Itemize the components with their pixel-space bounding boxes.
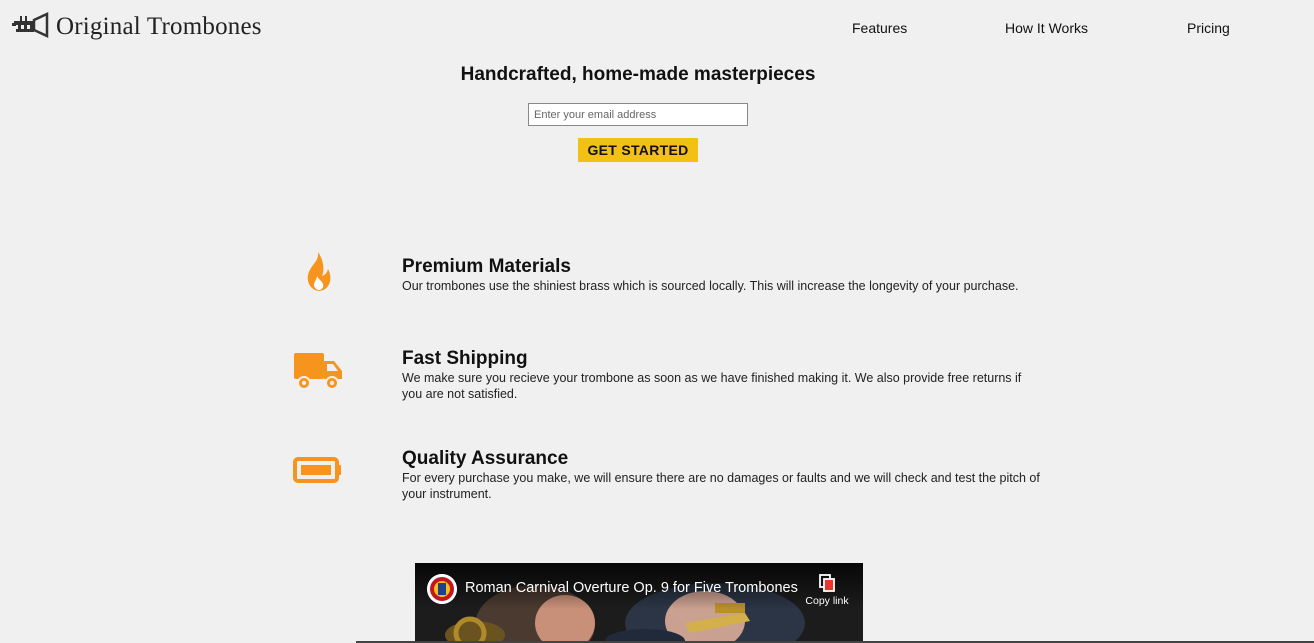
fire-icon xyxy=(292,250,344,294)
copy-link-button[interactable]: Copy link xyxy=(797,573,857,613)
video-player[interactable]: Roman Carnival Overture Op. 9 for Five T… xyxy=(415,563,863,643)
nav-link-pricing[interactable]: Pricing xyxy=(1187,20,1230,36)
truck-icon xyxy=(292,350,344,394)
hero-title: Handcrafted, home-made masterpieces xyxy=(460,64,816,85)
site-header: Original Trombones Features How It Works… xyxy=(0,0,1314,58)
feature-title: Fast Shipping xyxy=(402,348,528,369)
copy-icon xyxy=(817,573,837,593)
feature-description: Our trombones use the shiniest brass whi… xyxy=(402,279,1019,293)
feature-description: We make sure you recieve your trombone a… xyxy=(402,371,1022,401)
channel-avatar[interactable] xyxy=(427,574,457,604)
main-nav: Features How It Works Pricing xyxy=(0,20,1314,40)
battery-full-icon xyxy=(292,450,344,494)
video-title[interactable]: Roman Carnival Overture Op. 9 for Five T… xyxy=(465,580,798,596)
nav-link-how-it-works[interactable]: How It Works xyxy=(1005,20,1088,36)
feature-description: For every purchase you make, we will ens… xyxy=(402,471,1040,501)
feature-title: Premium Materials xyxy=(402,256,571,277)
email-input[interactable] xyxy=(528,103,748,126)
feature-title: Quality Assurance xyxy=(402,448,569,469)
get-started-button[interactable]: GET STARTED xyxy=(578,138,698,162)
copy-link-label: Copy link xyxy=(805,595,849,607)
nav-link-features[interactable]: Features xyxy=(852,20,907,36)
